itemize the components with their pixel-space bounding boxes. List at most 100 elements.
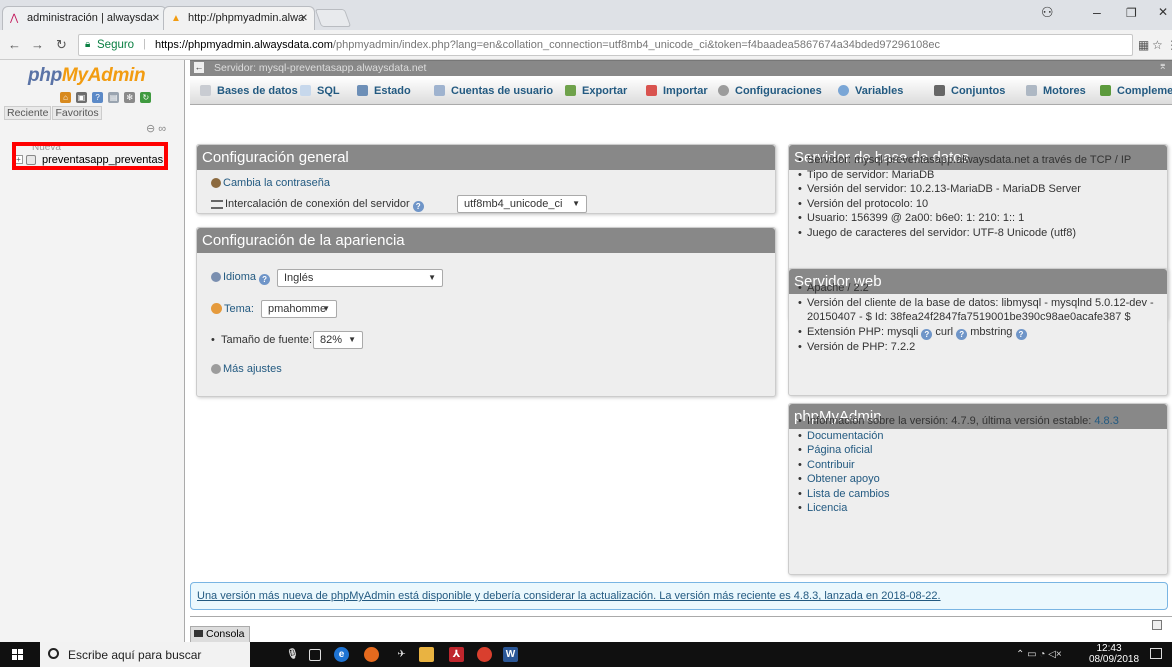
alwaysdata-favicon-icon: ⋀ — [10, 13, 19, 24]
theme-label-text: Tema: — [224, 303, 254, 315]
official-page-link[interactable]: Página oficial — [807, 444, 872, 456]
update-notice-link[interactable]: Una versión más nueva de phpMyAdmin está… — [190, 582, 1168, 610]
keyboard-shortcuts-icon[interactable]: ⌆ — [1159, 61, 1167, 72]
latest-version-link[interactable]: 4.8.3 — [1094, 415, 1118, 427]
help-icon[interactable]: ? — [259, 274, 271, 285]
tab-label: Conjuntos — [951, 85, 1006, 97]
more-settings-link[interactable]: Más ajustes — [211, 363, 282, 375]
windows-start-icon[interactable] — [12, 649, 24, 661]
back-icon[interactable]: ← — [8, 37, 21, 52]
help-icon[interactable]: ? — [1015, 328, 1027, 340]
documentation-link[interactable]: Documentación — [807, 430, 883, 442]
help-icon[interactable]: ? — [921, 328, 933, 340]
tab-charsets[interactable]: Conjuntos — [934, 77, 1005, 105]
secure-label: Seguro — [97, 39, 135, 51]
changelog-link[interactable]: Lista de cambios — [807, 488, 890, 500]
tab-plugins[interactable]: Complementos — [1100, 77, 1172, 105]
list-item: Lista de cambios — [798, 487, 1119, 502]
console-options-icon[interactable] — [1152, 620, 1162, 630]
tab-export[interactable]: Exportar — [565, 77, 627, 105]
tab-label: Estado — [374, 85, 411, 97]
font-size-label: • Tamaño de fuente: — [211, 334, 313, 346]
tab-status[interactable]: Estado — [357, 77, 411, 105]
close-tab-icon[interactable]: ✕ — [152, 7, 160, 30]
reload-icon[interactable]: ↻ — [56, 37, 67, 53]
theme-label[interactable]: Tema: — [211, 303, 254, 315]
get-support-link[interactable]: Obtener apoyo — [807, 473, 880, 485]
general-settings-title: Configuración general — [197, 145, 775, 170]
font-size-value: 82% — [320, 334, 343, 346]
help-icon[interactable]: ? — [956, 328, 968, 340]
acrobat-icon[interactable]: ⅄ — [449, 647, 464, 662]
contribute-link[interactable]: Contribuir — [807, 459, 855, 471]
tray-icons[interactable]: ⌃ ▭ ◔ ◁× — [1016, 649, 1062, 660]
bookmark-star-icon[interactable]: ☆ — [1152, 38, 1163, 52]
browser-tab-phpmyadmin[interactable]: ▲ http://phpmyadmin.alwa ✕ — [163, 6, 315, 30]
word-icon[interactable]: W — [503, 647, 518, 662]
chrome-icon[interactable] — [477, 647, 492, 662]
help-icon[interactable]: ? — [412, 201, 424, 212]
console-toggle-button[interactable]: Consola — [190, 626, 250, 642]
settings-gear-icon[interactable]: ✻ — [124, 92, 136, 103]
recent-tab[interactable]: Reciente — [4, 106, 52, 120]
translate-icon[interactable]: ▦ — [1138, 38, 1149, 52]
tab-import[interactable]: Importar — [646, 77, 708, 105]
maximize-icon[interactable]: ❐ — [1126, 6, 1137, 20]
collapse-navigation-icon[interactable]: ← — [194, 62, 204, 73]
tab-title: http://phpmyadmin.alwa — [188, 12, 305, 24]
key-icon — [211, 178, 221, 188]
tab-sql[interactable]: SQL — [300, 77, 340, 105]
tab-user-accounts[interactable]: Cuentas de usuario — [434, 77, 553, 105]
theme-select[interactable]: pmahomme ▼ — [261, 300, 337, 318]
menu-dots-icon[interactable]: ⋮ — [1166, 38, 1172, 52]
taskbar-clock[interactable]: 12:43 08/09/2018 — [1089, 643, 1139, 665]
export-icon — [565, 85, 576, 96]
microphone-icon[interactable]: 🎙︎ — [285, 647, 300, 662]
quick-links: ⌂ ▣ ? ▤ ✻ ↻ — [60, 91, 153, 103]
recent-favorites-tabs: Reciente Favoritos — [4, 106, 103, 120]
logout-icon[interactable]: ▣ — [76, 92, 88, 103]
tab-label: Importar — [663, 85, 708, 97]
phpmyadmin-favicon-icon: ▲ — [171, 13, 181, 24]
pin-app-icon[interactable]: ✈ — [394, 647, 409, 662]
browser-tab-alwaysdata[interactable]: ⋀ administración | alwaysda ✕ — [2, 6, 167, 30]
query-window-icon[interactable]: ? — [92, 92, 104, 103]
taskbar-search-input[interactable]: Escribe aquí para buscar — [40, 642, 250, 667]
close-window-icon[interactable]: ✕ — [1158, 5, 1168, 19]
action-center-icon[interactable] — [1150, 648, 1162, 659]
change-password-link[interactable]: Cambia la contraseña — [211, 177, 330, 189]
tab-variables[interactable]: Variables — [838, 77, 903, 105]
phpmyadmin-logo[interactable]: phpMyAdmin — [28, 65, 146, 87]
forward-icon[interactable]: → — [31, 37, 44, 52]
language-value: Inglés — [284, 272, 314, 284]
firefox-icon[interactable] — [364, 647, 379, 662]
tab-engines[interactable]: Motores — [1026, 77, 1086, 105]
edge-browser-icon[interactable]: e — [334, 647, 349, 662]
file-explorer-icon[interactable] — [419, 647, 434, 662]
new-tab-button[interactable] — [314, 9, 352, 27]
variables-icon — [838, 85, 849, 96]
tab-databases[interactable]: Bases de datos — [200, 77, 298, 105]
server-breadcrumb[interactable]: Servidor: mysql-preventasapp.alwaysdata.… — [214, 62, 426, 74]
font-size-select[interactable]: 82% ▼ — [313, 331, 363, 349]
tab-settings[interactable]: Configuraciones — [718, 77, 822, 105]
url-input[interactable]: 🔒︎ Seguro | https://phpmyadmin.alwaysdat… — [78, 34, 1133, 56]
profile-icon[interactable]: ⚇ — [1041, 4, 1054, 21]
collation-select[interactable]: utf8mb4_unicode_ci ▼ — [457, 195, 587, 213]
server-breadcrumb-bar: ← Servidor: mysql-preventasapp.alwaysdat… — [190, 60, 1172, 76]
theme-palette-icon — [211, 303, 222, 314]
minimize-icon[interactable]: – — [1093, 4, 1101, 20]
reload-navigation-icon[interactable]: ↻ — [140, 92, 152, 103]
tab-label: Configuraciones — [735, 85, 822, 97]
home-icon[interactable]: ⌂ — [60, 92, 71, 103]
close-tab-icon[interactable]: ✕ — [300, 7, 308, 30]
task-view-icon[interactable] — [309, 649, 321, 661]
documentation-icon[interactable]: ▤ — [108, 92, 120, 103]
favorites-tab[interactable]: Favoritos — [52, 106, 102, 120]
databases-icon — [200, 85, 211, 96]
collapse-all-icon[interactable]: ⊖ ∞ — [146, 122, 166, 135]
list-item: Versión del protocolo: 10 — [798, 197, 1131, 212]
language-select[interactable]: Inglés ▼ — [277, 269, 443, 287]
license-link[interactable]: Licencia — [807, 502, 847, 514]
list-item: Versión de PHP: 7.2.2 — [798, 340, 1154, 355]
